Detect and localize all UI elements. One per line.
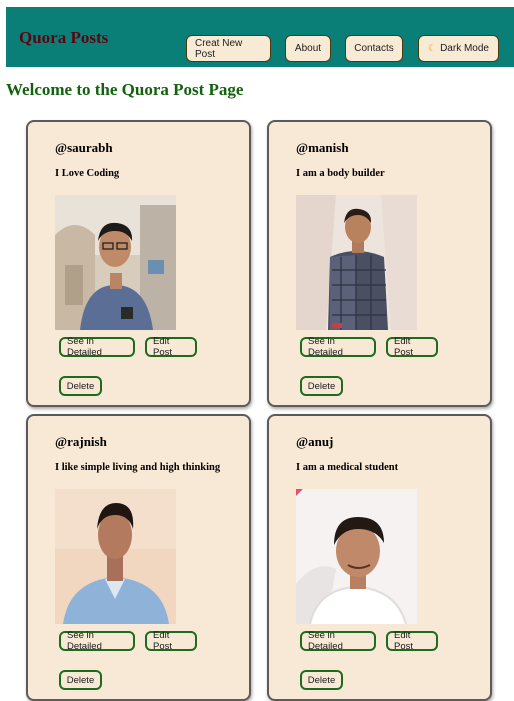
post-image xyxy=(296,195,417,330)
person-photo-icon xyxy=(296,195,417,330)
see-detailed-button[interactable]: See in Detailed xyxy=(59,336,135,358)
edit-post-button[interactable]: Edit Post xyxy=(145,336,197,358)
person-photo-icon xyxy=(296,489,417,624)
about-button[interactable]: About xyxy=(285,35,331,62)
see-detailed-button[interactable]: See in Detailed xyxy=(59,630,135,652)
delete-button[interactable]: Delete xyxy=(59,670,102,690)
post-username: @manish xyxy=(296,140,349,155)
edit-post-button[interactable]: Edit Post xyxy=(386,336,438,358)
edit-post-button[interactable]: Edit Post xyxy=(145,630,197,652)
contacts-button[interactable]: Contacts xyxy=(345,35,403,62)
edit-post-button[interactable]: Edit Post xyxy=(386,630,438,652)
post-card: @anuj I am a medical student See in Deta… xyxy=(267,414,492,701)
post-image xyxy=(55,489,176,624)
dark-mode-label: Dark Mode xyxy=(440,43,489,54)
post-card: @saurabh I Love Coding See in Detailed E… xyxy=(26,120,251,407)
post-caption: I Love Coding xyxy=(55,168,120,179)
post-image xyxy=(296,489,417,624)
post-username: @rajnish xyxy=(55,434,107,449)
person-photo-icon xyxy=(55,489,176,624)
see-detailed-button[interactable]: See in Detailed xyxy=(300,336,376,358)
dark-mode-button[interactable]: ☾ Dark Mode xyxy=(418,35,499,62)
page-title: Welcome to the Quora Post Page xyxy=(6,80,244,99)
delete-button[interactable]: Delete xyxy=(300,376,343,396)
navbar: Quora Posts Creat New Post About Contact… xyxy=(6,7,514,67)
see-detailed-button[interactable]: See in Detailed xyxy=(300,630,376,652)
delete-button[interactable]: Delete xyxy=(59,376,102,396)
post-username: @saurabh xyxy=(55,140,113,155)
post-card: @rajnish I like simple living and high t… xyxy=(26,414,251,701)
person-photo-icon xyxy=(55,195,176,330)
post-image xyxy=(55,195,176,330)
post-caption: I am a body builder xyxy=(296,168,385,179)
create-post-button[interactable]: Creat New Post xyxy=(186,35,271,62)
post-caption: I like simple living and high thinking xyxy=(55,462,221,473)
brand-title[interactable]: Quora Posts xyxy=(19,28,108,48)
post-card: @manish I am a body builder See in Detai… xyxy=(267,120,492,407)
moon-icon: ☾ xyxy=(428,43,437,53)
delete-button[interactable]: Delete xyxy=(300,670,343,690)
post-caption: I am a medical student xyxy=(296,462,399,473)
post-username: @anuj xyxy=(296,434,334,449)
